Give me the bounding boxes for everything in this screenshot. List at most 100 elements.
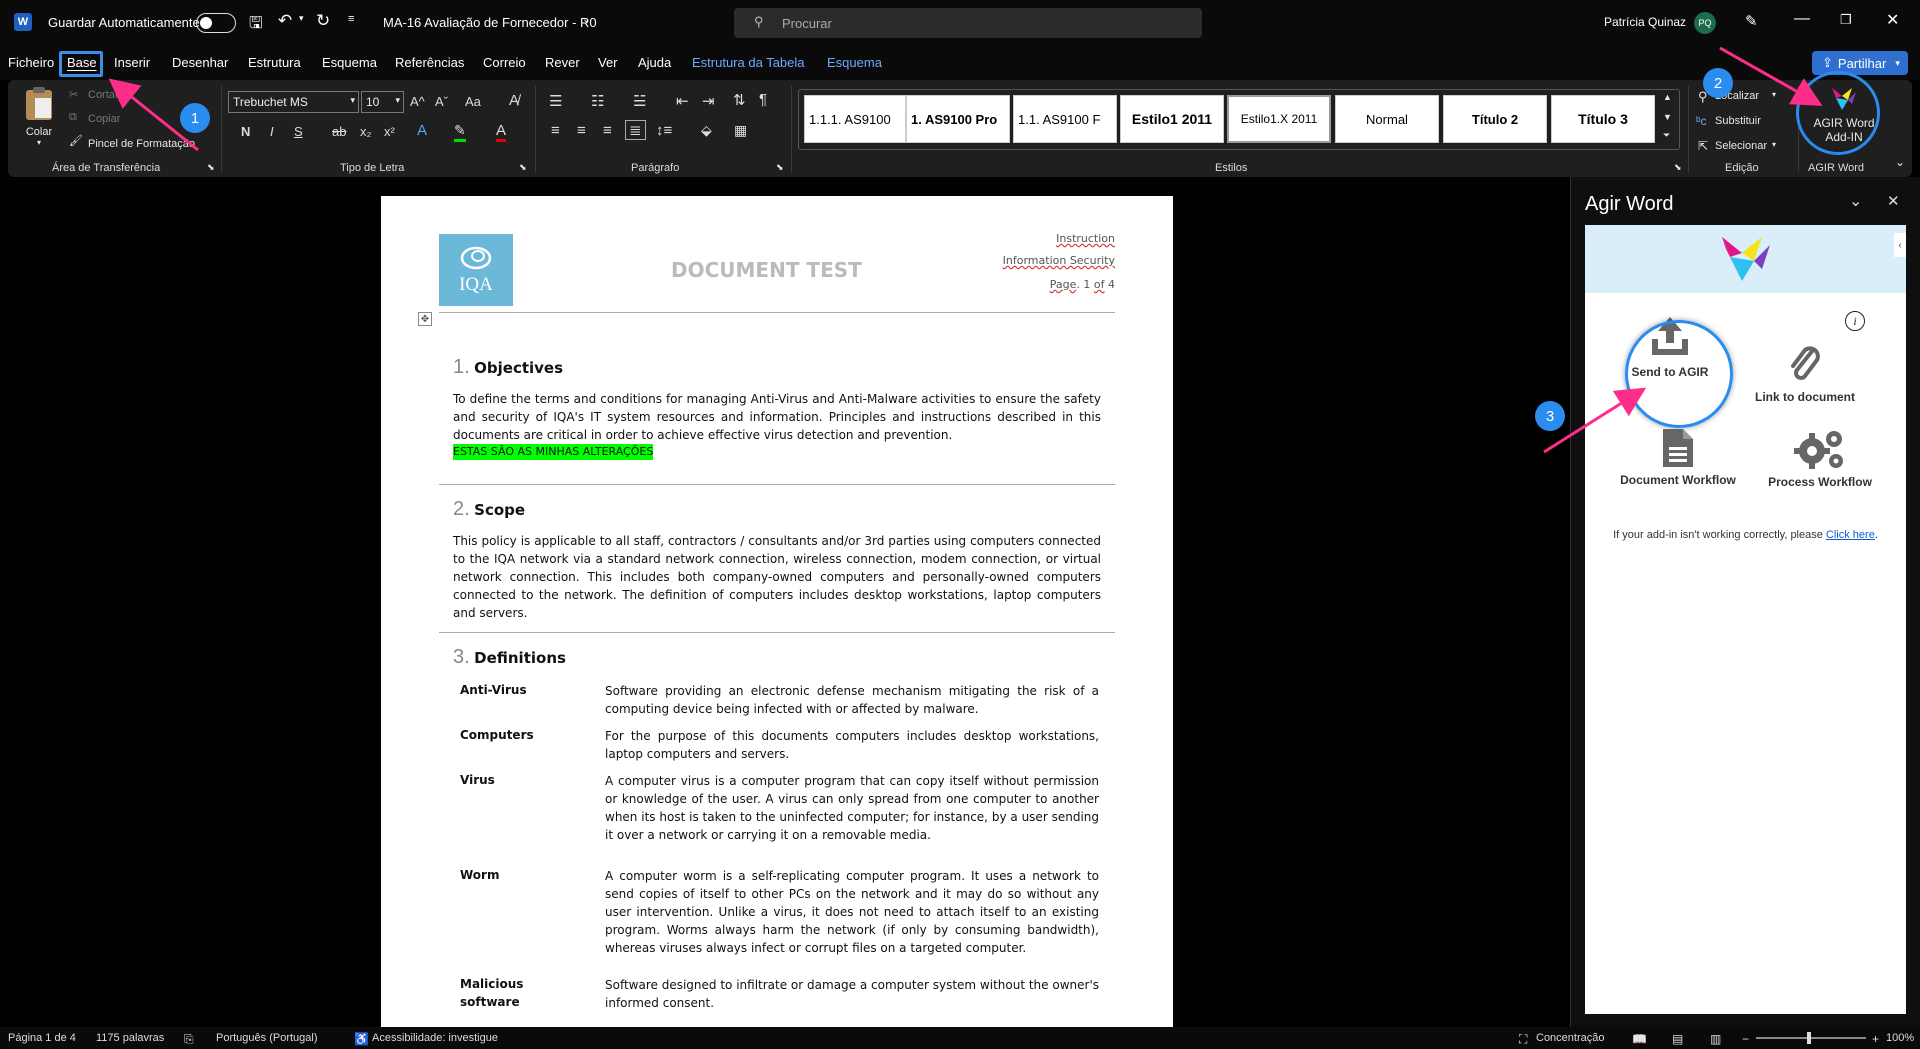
strikethrough-button[interactable]: ab <box>332 124 346 139</box>
multilevel-list-icon[interactable]: ☱ <box>633 92 646 110</box>
tab-ajuda[interactable]: Ajuda <box>638 55 671 70</box>
table-move-handle-icon[interactable]: ✥ <box>418 312 432 326</box>
process-workflow-button[interactable]: Process Workflow <box>1745 427 1895 499</box>
font-color-icon[interactable]: A <box>496 122 507 142</box>
tab-inserir[interactable]: Inserir <box>114 55 150 70</box>
pane-close-icon[interactable]: ✕ <box>1887 192 1900 210</box>
customize-qat-icon[interactable]: ≡ <box>348 13 354 25</box>
align-left-icon[interactable]: ≡ <box>551 122 560 139</box>
styles-more-icon[interactable]: ⏷ <box>1663 130 1670 141</box>
autosave-toggle[interactable] <box>196 13 236 33</box>
bold-button[interactable]: N <box>241 124 250 139</box>
pane-options-chevron-icon[interactable]: ⌄ <box>1849 191 1862 211</box>
zoom-in-icon[interactable]: + <box>1872 1032 1879 1046</box>
copy-button[interactable]: Copiar <box>88 113 120 125</box>
numbering-icon[interactable]: ☷ <box>591 92 604 110</box>
text-effects-icon[interactable]: A <box>417 122 427 139</box>
document-title[interactable]: MA-16 Avaliação de Fornecedor - R0 <box>383 15 597 30</box>
link-to-document-button[interactable]: Link to document <box>1730 342 1880 424</box>
highlight-color-icon[interactable]: ✎ <box>454 122 466 142</box>
undo-icon[interactable]: ↶ <box>278 11 292 31</box>
style-item[interactable]: Título 2 <box>1443 95 1547 143</box>
clear-format-icon[interactable]: A̸ <box>509 92 519 109</box>
search-box[interactable]: ⚲ Procurar <box>734 8 1202 38</box>
zoom-slider[interactable] <box>1756 1032 1866 1044</box>
tab-referencias[interactable]: Referências <box>395 55 464 70</box>
minimize-icon[interactable]: — <box>1794 10 1810 28</box>
tab-estrutura-da-tabela[interactable]: Estrutura da Tabela <box>692 55 805 70</box>
tab-estrutura[interactable]: Estrutura <box>248 55 301 70</box>
accessibility-status[interactable]: Acessibilidade: investigue <box>372 1032 498 1044</box>
line-spacing-icon[interactable]: ↕≡ <box>656 122 672 139</box>
styles-scroll-down-icon[interactable]: ▼ <box>1663 112 1672 122</box>
redo-icon[interactable]: ↻ <box>316 11 330 31</box>
zoom-level[interactable]: 100% <box>1886 1032 1914 1044</box>
zoom-slider-thumb[interactable] <box>1807 1032 1811 1044</box>
find-chevron-icon[interactable]: ▾ <box>1772 90 1776 99</box>
focus-icon[interactable]: ⛶ <box>1519 1032 1527 1047</box>
zoom-out-icon[interactable]: − <box>1742 1032 1749 1046</box>
subscript-button[interactable]: x₂ <box>360 124 372 139</box>
sort-icon[interactable]: ⇅ <box>733 91 746 109</box>
bullets-icon[interactable]: ☰ <box>549 92 562 110</box>
paste-button[interactable]: Colar ▾ <box>22 86 56 156</box>
info-icon[interactable]: i <box>1845 311 1865 331</box>
cut-button[interactable]: Cortar <box>88 89 119 101</box>
font-launcher-icon[interactable]: ⬊ <box>519 162 527 173</box>
avatar[interactable]: PQ <box>1694 12 1716 34</box>
style-item[interactable]: Título 3 <box>1551 95 1655 143</box>
read-mode-icon[interactable]: 📖 <box>1632 1032 1647 1046</box>
print-layout-icon[interactable]: ▤ <box>1672 1032 1683 1046</box>
page-count[interactable]: Página 1 de 4 <box>8 1032 76 1044</box>
change-case-button[interactable]: Aa <box>465 94 481 109</box>
show-marks-icon[interactable]: ¶ <box>759 91 767 108</box>
style-item[interactable]: 1. AS9100 Pro <box>906 95 1010 143</box>
web-layout-icon[interactable]: ▥ <box>1710 1032 1721 1046</box>
superscript-button[interactable]: x² <box>384 124 395 139</box>
replace-button[interactable]: Substituir <box>1715 115 1761 127</box>
tab-correio[interactable]: Correio <box>483 55 526 70</box>
style-item[interactable]: 1.1.1. AS9100 <box>804 95 906 143</box>
style-item[interactable]: Normal <box>1335 95 1439 143</box>
align-center-icon[interactable]: ≡ <box>577 122 586 139</box>
tab-ver[interactable]: Ver <box>598 55 618 70</box>
save-icon[interactable]: 🖫 <box>249 12 263 39</box>
focus-mode[interactable]: Concentração <box>1536 1032 1605 1044</box>
style-item[interactable]: 1.1. AS9100 F <box>1013 95 1117 143</box>
tab-rever[interactable]: Rever <box>545 55 580 70</box>
styles-launcher-icon[interactable]: ⬊ <box>1674 162 1682 173</box>
grow-font-button[interactable]: A^ <box>410 94 425 109</box>
shrink-font-button[interactable]: Aˇ <box>435 94 448 109</box>
select-button[interactable]: Selecionar <box>1715 140 1767 152</box>
tab-esquema[interactable]: Esquema <box>322 55 377 70</box>
word-count[interactable]: 1175 palavras <box>96 1032 164 1044</box>
tab-ficheiro[interactable]: Ficheiro <box>8 55 54 70</box>
proofing-icon[interactable]: ⎘ <box>184 1032 194 1047</box>
undo-dropdown-icon[interactable]: ▾ <box>299 13 304 24</box>
underline-button[interactable]: S <box>294 124 303 139</box>
borders-icon[interactable]: ▦ <box>734 122 747 139</box>
user-name[interactable]: Patrícia Quinaz <box>1604 15 1686 29</box>
help-link[interactable]: Click here <box>1826 529 1875 541</box>
close-icon[interactable]: ✕ <box>1886 10 1899 30</box>
select-chevron-icon[interactable]: ▾ <box>1772 140 1776 149</box>
title-chevron-down-icon[interactable]: ⌄ <box>582 14 590 25</box>
increase-indent-icon[interactable]: ⇥ <box>702 92 715 110</box>
banner-collapse-tab[interactable]: ‹ <box>1894 233 1906 257</box>
document-page[interactable]: IQA DOCUMENT TEST Instruction Informatio… <box>381 196 1173 1027</box>
style-item-selected[interactable]: Estilo1.X 2011 <box>1227 95 1331 143</box>
tab-desenhar[interactable]: Desenhar <box>172 55 228 70</box>
font-family-select[interactable]: Trebuchet MS ▾ <box>228 91 359 113</box>
clipboard-launcher-icon[interactable]: ⬊ <box>207 162 215 173</box>
style-item[interactable]: Estilo1 2011 <box>1120 95 1224 143</box>
styles-scroll-up-icon[interactable]: ▲ <box>1663 92 1672 102</box>
format-painter-button[interactable]: Pincel de Formatação <box>88 138 195 150</box>
align-right-icon[interactable]: ≡ <box>603 122 612 139</box>
decrease-indent-icon[interactable]: ⇤ <box>676 92 689 110</box>
tab-esquema-tabela[interactable]: Esquema <box>827 55 882 70</box>
document-workflow-button[interactable]: Document Workflow <box>1603 427 1753 499</box>
justify-icon[interactable]: ≣ <box>625 120 646 140</box>
collapse-ribbon-icon[interactable]: ⌄ <box>1895 155 1905 169</box>
restore-icon[interactable]: ❐ <box>1840 12 1852 28</box>
italic-button[interactable]: I <box>270 124 274 139</box>
